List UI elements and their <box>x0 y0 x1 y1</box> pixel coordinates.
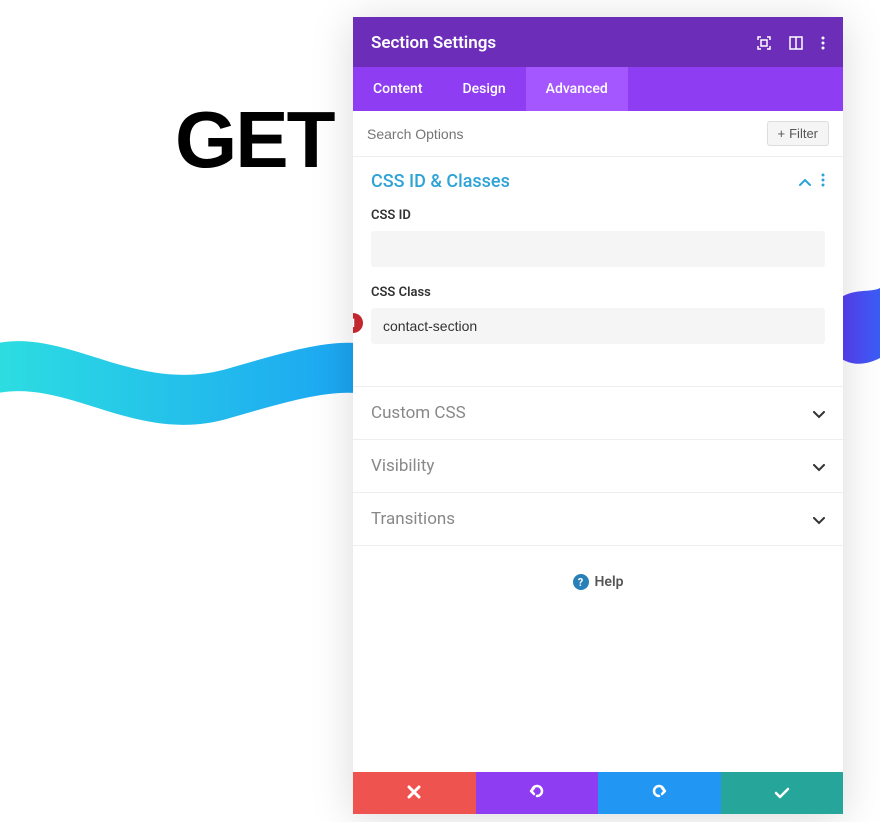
field-css-class: 1 CSS Class <box>371 285 825 344</box>
wave-decoration-left <box>0 318 400 438</box>
close-icon <box>407 784 421 803</box>
css-id-label: CSS ID <box>371 208 825 223</box>
cancel-button[interactable] <box>353 772 476 814</box>
expand-icon[interactable] <box>757 36 771 50</box>
check-icon <box>774 784 790 803</box>
section-css-id-classes: CSS ID & Classes CSS ID 1 CSS Class <box>353 157 843 386</box>
annotation-badge: 1 <box>353 313 363 333</box>
tab-content[interactable]: Content <box>353 67 443 111</box>
background-text: GET <box>175 94 333 186</box>
visibility-title: Visibility <box>371 456 434 476</box>
settings-modal: Section Settings Content Design Advanced… <box>353 17 843 814</box>
section-header[interactable]: CSS ID & Classes <box>371 171 825 192</box>
modal-header: Section Settings <box>353 17 843 67</box>
css-class-input[interactable] <box>371 308 825 344</box>
section-title: CSS ID & Classes <box>371 171 510 192</box>
section-header-icons <box>799 172 825 191</box>
plus-icon: + <box>778 126 786 141</box>
modal-title: Section Settings <box>371 33 496 53</box>
undo-icon <box>529 783 545 803</box>
section-custom-css[interactable]: Custom CSS <box>353 386 843 439</box>
help-icon: ? <box>573 574 589 590</box>
tab-advanced[interactable]: Advanced <box>526 67 628 111</box>
tabs: Content Design Advanced <box>353 67 843 111</box>
wave-decoration-right <box>840 288 880 368</box>
css-id-input[interactable] <box>371 231 825 267</box>
kebab-menu-icon[interactable] <box>821 172 825 191</box>
modal-footer <box>353 772 843 814</box>
chevron-down-icon <box>813 510 825 529</box>
redo-icon <box>651 783 667 803</box>
transitions-title: Transitions <box>371 509 455 529</box>
header-icons <box>757 36 825 50</box>
section-visibility[interactable]: Visibility <box>353 439 843 492</box>
save-button[interactable] <box>721 772 844 814</box>
filter-button[interactable]: + Filter <box>767 121 829 146</box>
section-transitions[interactable]: Transitions <box>353 492 843 546</box>
columns-icon[interactable] <box>789 36 803 50</box>
chevron-up-icon[interactable] <box>799 172 811 191</box>
chevron-down-icon <box>813 404 825 423</box>
field-css-id: CSS ID <box>371 208 825 267</box>
search-row: + Filter <box>353 111 843 157</box>
redo-button[interactable] <box>598 772 721 814</box>
chevron-down-icon <box>813 457 825 476</box>
kebab-menu-icon[interactable] <box>821 36 825 50</box>
custom-css-title: Custom CSS <box>371 403 466 423</box>
tab-design[interactable]: Design <box>443 67 526 111</box>
filter-label: Filter <box>789 126 818 141</box>
undo-button[interactable] <box>476 772 599 814</box>
help-link[interactable]: ? Help <box>353 546 843 600</box>
modal-body: CSS ID & Classes CSS ID 1 CSS Class <box>353 157 843 772</box>
css-class-label: CSS Class <box>371 285 825 300</box>
search-input[interactable] <box>367 126 767 142</box>
help-label: Help <box>595 574 624 590</box>
